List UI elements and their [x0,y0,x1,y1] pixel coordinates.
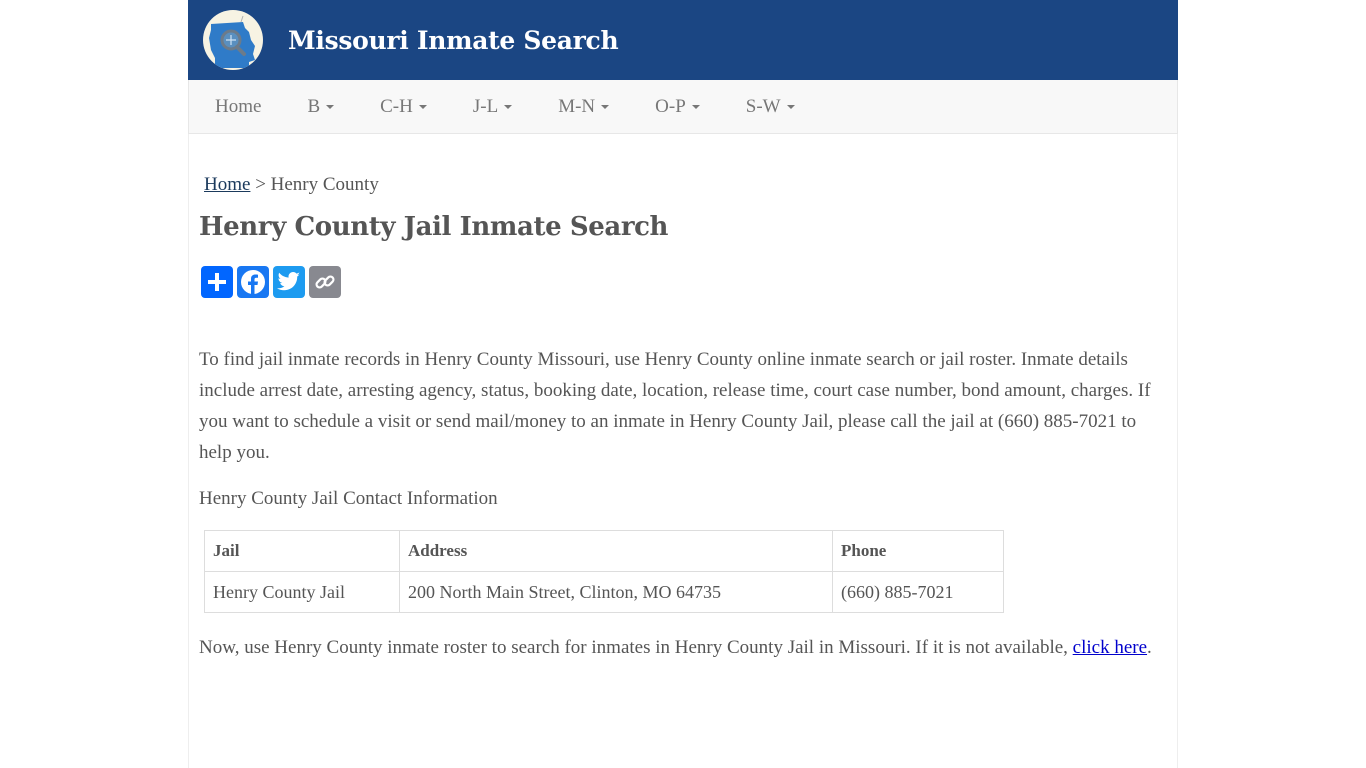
share-buttons [201,266,341,298]
breadcrumb-separator: > [250,174,271,195]
nav-label: C-H [380,95,413,117]
caret-down-icon [691,104,700,109]
nav-label: J-L [472,95,499,117]
column-header-phone: Phone [832,530,1004,572]
table-header-row: Jail Address Phone [204,530,1004,572]
caret-down-icon [786,104,795,109]
nav-item-b[interactable]: B [307,95,335,118]
nav-label: B [307,95,321,117]
roster-suffix: . [1147,637,1152,658]
nav-item-home[interactable]: Home [215,96,261,118]
twitter-share-button[interactable] [273,266,305,298]
phone-cell: (660) 885-7021 [832,571,1004,613]
roster-text: Now, use Henry County inmate roster to s… [199,637,1073,658]
nav-item-s-w[interactable]: S-W [746,96,795,118]
address-cell: 200 North Main Street, Clinton, MO 64735 [399,571,833,613]
link-icon [315,275,335,289]
jail-name-cell: Henry County Jail [204,571,400,613]
breadcrumb-home-link[interactable]: Home [204,174,250,195]
contact-heading: Henry County Jail Contact Information [199,488,498,509]
missouri-map-magnifier-icon[interactable] [203,10,263,70]
page-wrapper: Missouri Inmate Search Home B C-H J-L M-… [188,0,1178,768]
nav-label: O-P [655,95,686,117]
click-here-link[interactable]: click here [1073,637,1147,658]
share-button[interactable] [201,266,233,298]
caret-down-icon [601,104,610,109]
main-content: Home > Henry County Henry County Jail In… [188,134,1178,768]
breadcrumb: Home > Henry County [204,174,379,196]
nav-item-m-n[interactable]: M-N [558,95,610,118]
caret-down-icon [326,104,335,109]
column-header-jail: Jail [204,530,400,572]
nav-item-o-p[interactable]: O-P [655,96,700,118]
twitter-icon [277,272,300,291]
contact-table: Jail Address Phone Henry County Jail 200… [204,530,1004,613]
table-row: Henry County Jail 200 North Main Street,… [204,571,1004,613]
page-title: Henry County Jail Inmate Search [199,212,669,242]
caret-down-icon [504,104,513,109]
nav-item-c-h[interactable]: C-H [380,96,427,118]
intro-paragraph: To find jail inmate records in Henry Cou… [199,349,1151,463]
site-title[interactable]: Missouri Inmate Search [288,26,619,55]
copy-link-button[interactable] [309,266,341,298]
main-nav: Home B C-H J-L M-N O-P S-W [188,80,1178,134]
column-header-address: Address [399,530,833,572]
facebook-share-button[interactable] [237,266,269,298]
facebook-icon [241,270,265,294]
plus-icon [208,273,226,291]
nav-item-j-l[interactable]: J-L [472,95,513,118]
roster-paragraph: Now, use Henry County inmate roster to s… [199,632,1169,663]
nav-label: Home [215,95,262,117]
nav-label: M-N [558,95,596,117]
breadcrumb-current: Henry County [270,174,379,195]
site-header: Missouri Inmate Search [188,0,1178,80]
caret-down-icon [418,104,427,109]
nav-label: S-W [745,95,781,117]
